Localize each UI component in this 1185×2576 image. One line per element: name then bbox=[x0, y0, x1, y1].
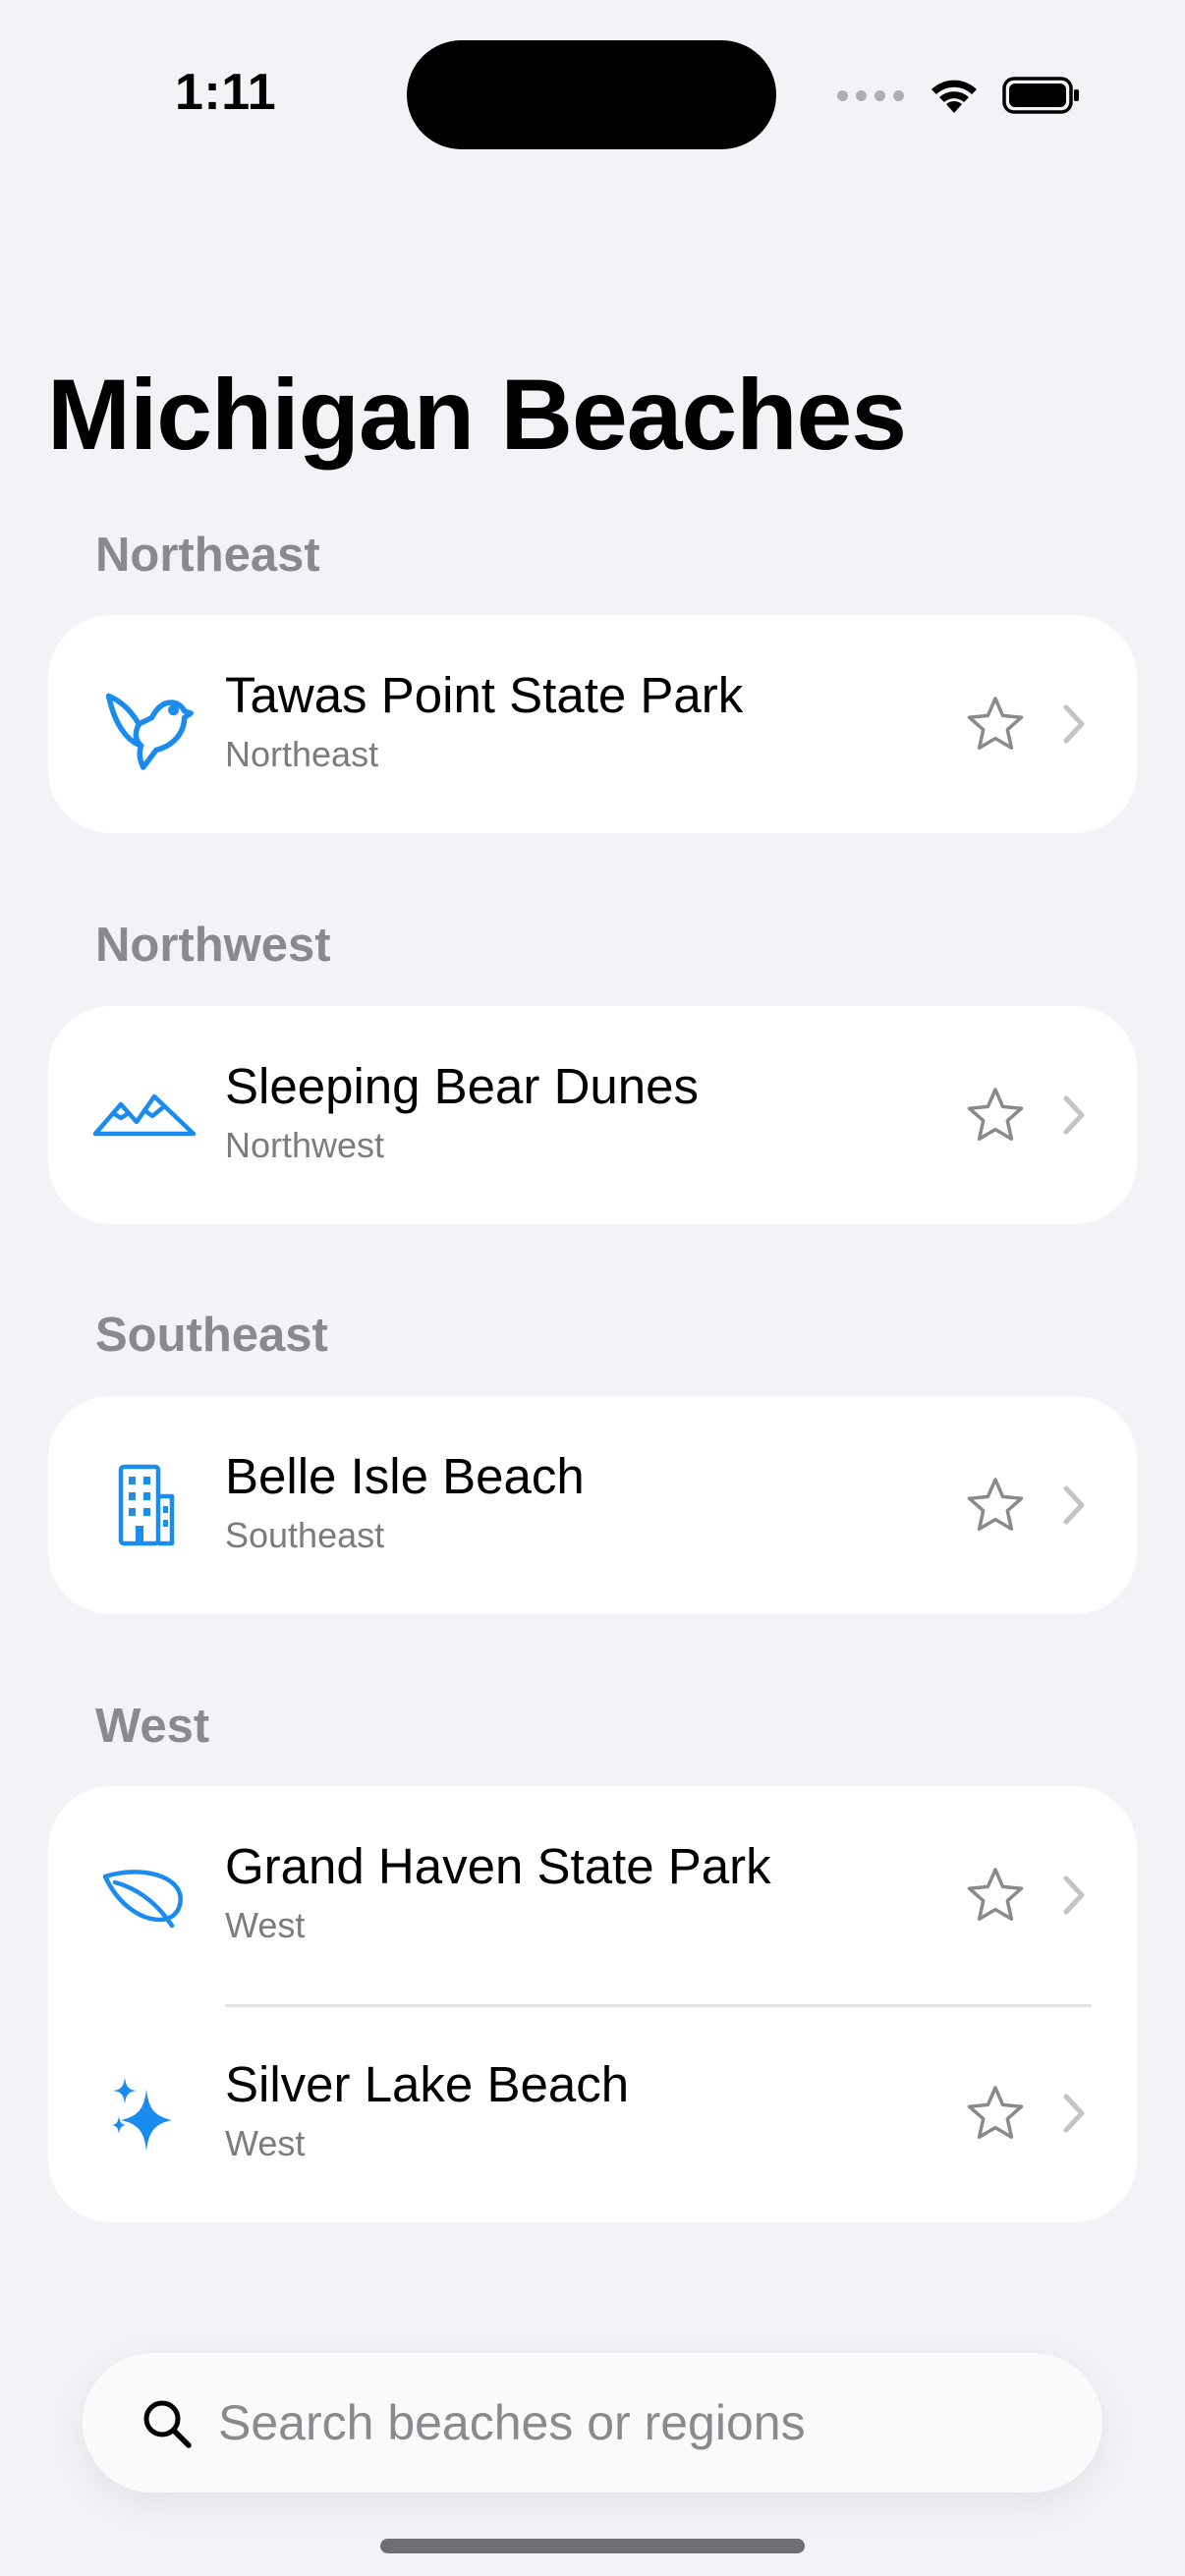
beach-row-belle-isle[interactable]: Belle Isle Beach Southeast bbox=[48, 1396, 1137, 1614]
section-card-southeast: Belle Isle Beach Southeast bbox=[48, 1396, 1137, 1614]
beach-name: Silver Lake Beach bbox=[225, 2056, 630, 2112]
section-header-southeast: Southeast bbox=[95, 1309, 328, 1362]
bird-icon bbox=[91, 670, 199, 778]
beach-region: Southeast bbox=[225, 1515, 385, 1555]
beach-name: Belle Isle Beach bbox=[225, 1448, 585, 1504]
wifi-icon bbox=[931, 80, 977, 113]
chevron-right-icon bbox=[1063, 1485, 1085, 1525]
beach-name: Tawas Point State Park bbox=[225, 667, 744, 723]
beach-row-sleeping-bear[interactable]: Sleeping Bear Dunes Northwest bbox=[48, 1006, 1137, 1224]
battery-icon bbox=[1002, 77, 1079, 114]
search-bar[interactable] bbox=[83, 2353, 1102, 2492]
sparkles-icon bbox=[91, 2059, 199, 2167]
favorite-star-icon[interactable] bbox=[965, 694, 1026, 755]
beach-region: Northeast bbox=[225, 734, 379, 774]
status-time: 1:11 bbox=[175, 64, 277, 121]
beach-row-tawas-point[interactable]: Tawas Point State Park Northeast bbox=[48, 615, 1137, 833]
section-header-northwest: Northwest bbox=[95, 919, 331, 972]
section-header-northeast: Northeast bbox=[95, 529, 320, 582]
mountains-icon bbox=[91, 1061, 199, 1169]
cellular-signal-icon bbox=[837, 89, 904, 101]
chevron-right-icon bbox=[1063, 1095, 1085, 1135]
favorite-star-icon[interactable] bbox=[965, 2083, 1026, 2144]
favorite-star-icon[interactable] bbox=[965, 1865, 1026, 1926]
favorite-star-icon[interactable] bbox=[965, 1475, 1026, 1536]
beach-row-silver-lake[interactable]: Silver Lake Beach West bbox=[48, 2004, 1137, 2222]
section-card-northwest: Sleeping Bear Dunes Northwest bbox=[48, 1006, 1137, 1224]
screen: 1:11 Michigan Beaches Northeast Tawas Po… bbox=[0, 0, 1185, 2576]
chevron-right-icon bbox=[1063, 1876, 1085, 1915]
search-icon bbox=[143, 2400, 192, 2448]
beach-region: Northwest bbox=[225, 1125, 385, 1165]
leaf-icon bbox=[91, 1841, 199, 1949]
page-title: Michigan Beaches bbox=[47, 359, 907, 471]
beach-name: Sleeping Bear Dunes bbox=[225, 1058, 699, 1114]
home-indicator[interactable] bbox=[380, 2539, 805, 2553]
status-indicators bbox=[837, 71, 1081, 120]
favorite-star-icon[interactable] bbox=[965, 1085, 1026, 1146]
chevron-right-icon bbox=[1063, 704, 1085, 744]
dynamic-island bbox=[407, 40, 776, 149]
section-card-west: Grand Haven State Park West Silver Lake … bbox=[48, 1786, 1137, 2222]
building-icon bbox=[91, 1451, 199, 1559]
beach-region: West bbox=[225, 1905, 306, 1945]
beach-row-grand-haven[interactable]: Grand Haven State Park West bbox=[48, 1786, 1137, 2004]
beach-name: Grand Haven State Park bbox=[225, 1838, 771, 1894]
search-input[interactable] bbox=[218, 2386, 1063, 2459]
row-divider bbox=[225, 2004, 1092, 2007]
chevron-right-icon bbox=[1063, 2094, 1085, 2133]
beach-region: West bbox=[225, 2123, 306, 2163]
section-header-west: West bbox=[95, 1700, 210, 1753]
section-card-northeast: Tawas Point State Park Northeast bbox=[48, 615, 1137, 833]
